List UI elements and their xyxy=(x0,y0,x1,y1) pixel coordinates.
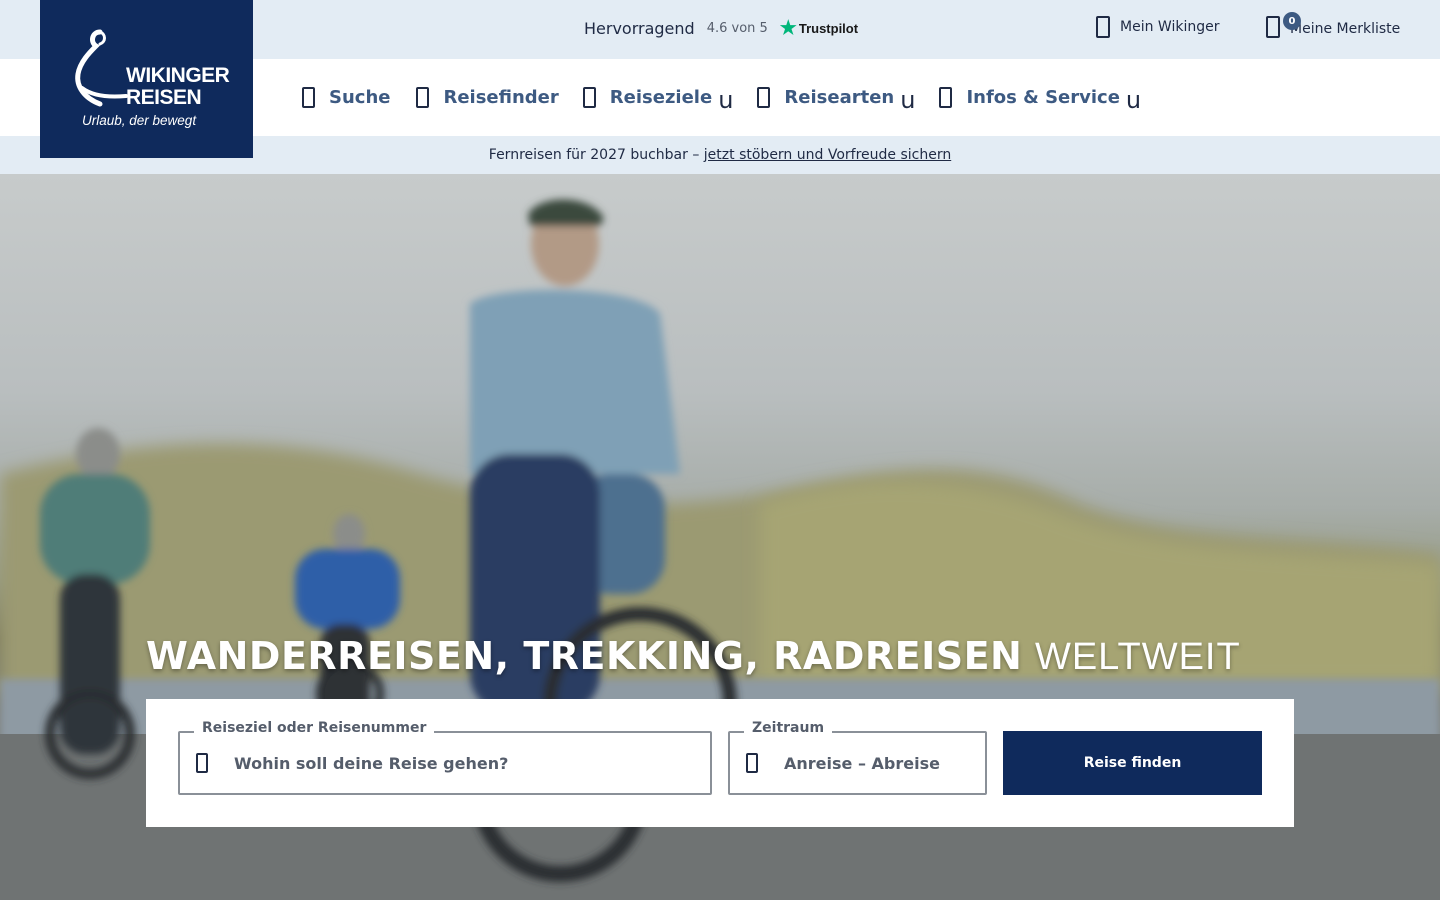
heart-icon xyxy=(1266,16,1280,38)
compass-icon xyxy=(416,86,430,108)
nav-items: Suche Reisefinder Reiseziele u Reisearte… xyxy=(302,83,1142,114)
rating-score: 4.6 von 5 xyxy=(706,21,768,36)
nav-item-reisearten[interactable]: Reisearten u xyxy=(757,83,916,114)
find-trip-button[interactable]: Reise finden xyxy=(1003,731,1262,795)
nav-item-label: Reisearten xyxy=(784,86,895,108)
trustpilot-wordmark: Trustpilot xyxy=(798,21,859,36)
wishlist-count-badge: 0 xyxy=(1283,12,1301,30)
nav-item-infos-service[interactable]: Infos & Service u xyxy=(939,83,1142,114)
nav-item-reiseziele[interactable]: Reiseziele u xyxy=(582,83,734,114)
wishlist-link[interactable]: 0 Meine Merkliste xyxy=(1266,12,1401,42)
nav-item-suche[interactable]: Suche xyxy=(302,86,391,108)
logo-tagline: Urlaub, der bewegt xyxy=(82,113,197,128)
destination-input[interactable] xyxy=(234,745,694,781)
wishlist-label: Meine Merkliste xyxy=(1290,21,1401,37)
destination-field[interactable]: Reiseziel oder Reisenummer xyxy=(178,720,712,795)
nav-item-label: Reisefinder xyxy=(443,86,559,108)
logo-wordmark-line2: REISEN xyxy=(126,86,202,109)
hero-headline-bold: WANDERREISEN, TREKKING, RADREISEN xyxy=(146,634,1023,678)
nav-item-label: Infos & Service xyxy=(966,86,1120,108)
trustpilot-rating[interactable]: Hervorragend 4.6 von 5 ★ Trustpilot xyxy=(584,19,858,38)
period-input[interactable] xyxy=(784,745,974,781)
info-icon xyxy=(939,86,953,108)
brand-logo[interactable]: WIKINGER REISEN Urlaub, der bewegt xyxy=(40,0,253,158)
account-label: Mein Wikinger xyxy=(1120,19,1220,35)
rating-label: Hervorragend xyxy=(584,19,695,38)
promo-text: Fernreisen für 2027 buchbar – xyxy=(488,147,700,163)
chevron-down-icon: u xyxy=(900,86,916,114)
destination-field-label: Reiseziel oder Reisenummer xyxy=(194,720,435,736)
nav-item-reisefinder[interactable]: Reisefinder xyxy=(416,86,559,108)
account-link[interactable]: Mein Wikinger xyxy=(1096,16,1219,38)
hiker-icon xyxy=(757,86,771,108)
trustpilot-logo: ★ Trustpilot xyxy=(780,19,858,38)
promo-link[interactable]: jetzt stöbern und Vorfreude sichern xyxy=(704,147,951,163)
hero-headline-thin: WELTWEIT xyxy=(1034,636,1241,678)
hero-headline: WANDERREISEN, TREKKING, RADREISEN WELTWE… xyxy=(146,634,1241,679)
nav-item-label: Reiseziele xyxy=(609,86,713,108)
chevron-down-icon: u xyxy=(718,86,734,114)
period-field[interactable]: Zeitraum xyxy=(728,720,987,795)
chevron-down-icon: u xyxy=(1125,86,1142,114)
map-pin-icon xyxy=(196,753,208,773)
wishlist-icon-wrap: 0 xyxy=(1266,12,1301,42)
period-field-label: Zeitraum xyxy=(744,720,833,736)
search-icon xyxy=(302,86,315,108)
calendar-icon xyxy=(746,753,758,773)
viking-ship-icon xyxy=(75,29,128,107)
map-pin-icon xyxy=(582,86,596,108)
trustpilot-star-icon: ★ xyxy=(779,18,797,39)
nav-item-label: Suche xyxy=(329,86,391,108)
logo-wordmark-line1: WIKINGER xyxy=(126,64,230,87)
user-icon xyxy=(1096,16,1110,38)
trip-search-panel: Reiseziel oder Reisenummer Zeitraum Reis… xyxy=(146,699,1294,827)
